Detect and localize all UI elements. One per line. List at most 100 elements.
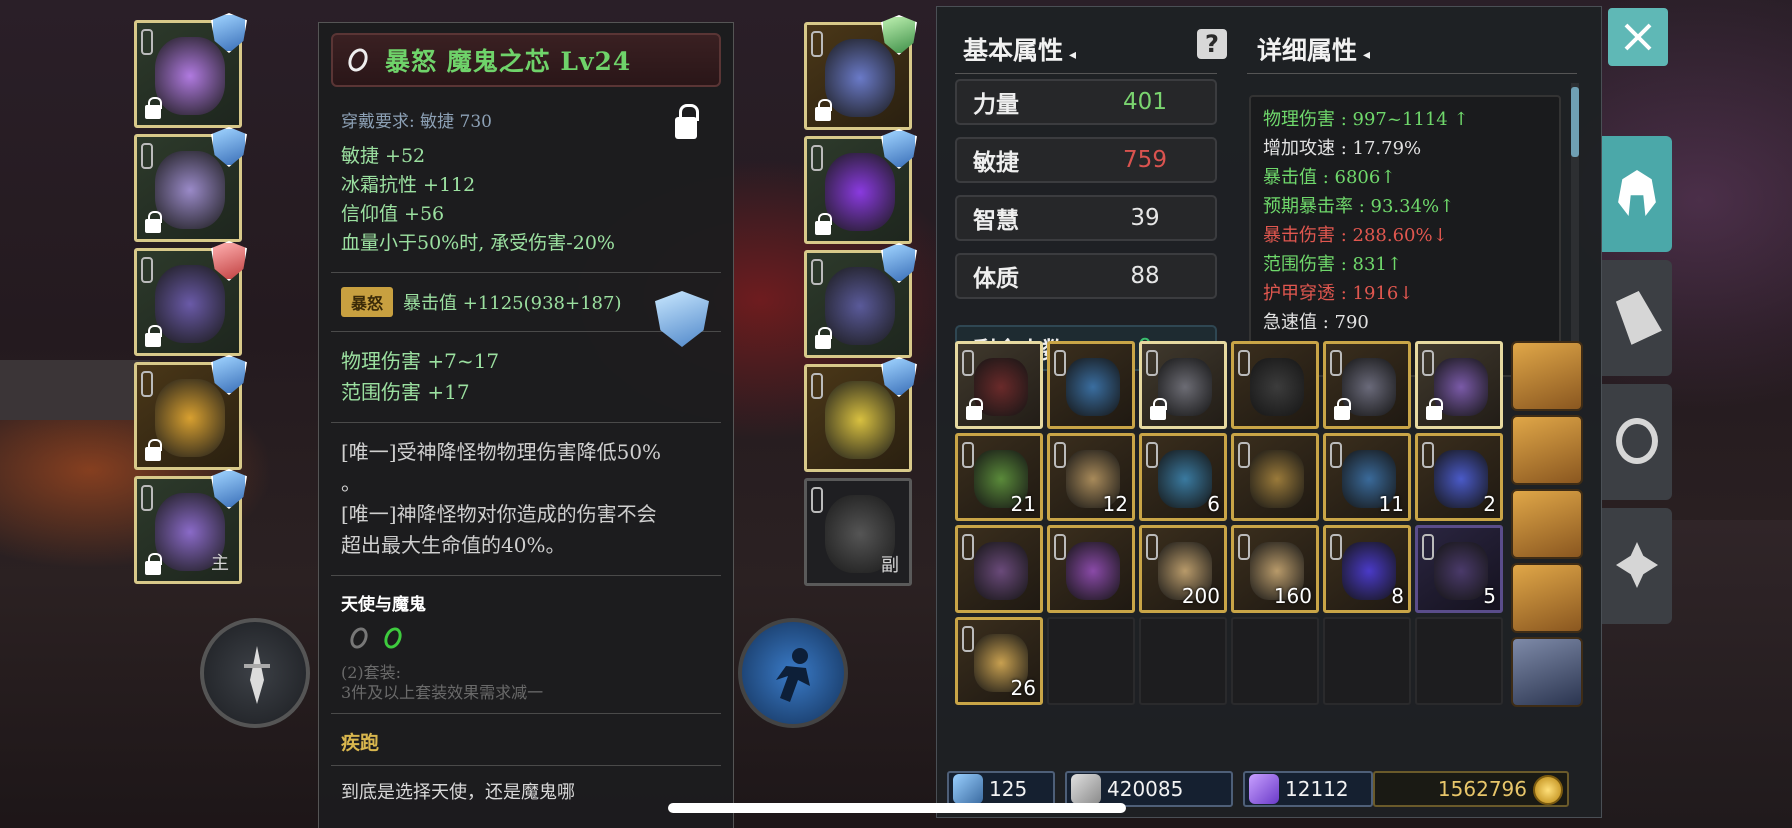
equipment-slot-main-weapon[interactable]: 主 bbox=[134, 469, 247, 584]
detail-attribute-list[interactable]: 物理伤害 : 997~1114 ↑ 增加攻速 : 17.79% 暴击值 : 6806… bbox=[1249, 95, 1561, 377]
inventory-slot[interactable]: 26 bbox=[955, 617, 1043, 705]
equipment-slot-helmet[interactable] bbox=[134, 13, 247, 128]
skill-name: 疾跑 bbox=[341, 732, 380, 754]
equipment-slot-off-weapon[interactable]: 副 bbox=[804, 478, 912, 586]
chain-icon bbox=[1146, 534, 1158, 560]
equipment-slot-ring-2[interactable] bbox=[804, 357, 917, 472]
inventory-slot[interactable]: 6 bbox=[1139, 433, 1227, 521]
inventory-slot[interactable] bbox=[1323, 341, 1411, 429]
running-icon bbox=[776, 648, 810, 702]
attribute-label: 智慧 bbox=[973, 207, 1019, 234]
ring-icon bbox=[381, 624, 405, 652]
tab-gloves[interactable] bbox=[1602, 260, 1672, 376]
inventory-slot[interactable] bbox=[1047, 525, 1135, 613]
chain-icon bbox=[1330, 442, 1342, 468]
boots-item-icon bbox=[825, 267, 895, 345]
throw-skill-button[interactable] bbox=[200, 618, 310, 728]
gloves-item-icon bbox=[825, 153, 895, 231]
unique-line: 超出最大生命值的40%。 bbox=[341, 533, 566, 557]
set-description: (2)套装: 3件及以上套装效果需求减一 bbox=[341, 663, 721, 703]
wand-amount: 125 bbox=[989, 777, 1028, 801]
lock-icon bbox=[1426, 398, 1443, 420]
inventory-slot[interactable]: 8 bbox=[1323, 525, 1411, 613]
help-icon[interactable]: ? bbox=[1197, 29, 1227, 59]
lock-icon bbox=[145, 97, 162, 119]
item-icon bbox=[1066, 542, 1120, 600]
gem-icon bbox=[1249, 774, 1279, 804]
detail-attribute-row: 增加攻速 : 17.79% bbox=[1263, 138, 1422, 159]
inventory-slot[interactable] bbox=[955, 341, 1043, 429]
inventory-slot-empty[interactable] bbox=[1415, 617, 1503, 705]
bag-slot[interactable] bbox=[1511, 341, 1583, 411]
tab-equipment[interactable] bbox=[1602, 136, 1672, 252]
chain-icon bbox=[1146, 442, 1158, 468]
inventory-slot-empty[interactable] bbox=[1047, 617, 1135, 705]
unique-line: [唯一]受神降怪物物理伤害降低50% bbox=[341, 440, 662, 464]
chain-icon bbox=[141, 485, 153, 511]
inventory-slot[interactable]: 21 bbox=[955, 433, 1043, 521]
equipment-slot-armor[interactable] bbox=[134, 127, 247, 242]
basic-attributes-header[interactable]: 基本属性 ◂ bbox=[963, 31, 1076, 67]
equipment-slot-gloves[interactable] bbox=[804, 129, 917, 244]
divider bbox=[331, 575, 721, 576]
scrollbar-thumb[interactable] bbox=[1571, 87, 1579, 157]
chain-icon bbox=[141, 29, 153, 55]
inventory-slot-empty[interactable] bbox=[1139, 617, 1227, 705]
rage-tag: 暴怒 bbox=[341, 287, 394, 317]
wand-icon bbox=[953, 774, 983, 804]
item-icon bbox=[1250, 450, 1304, 508]
detail-attributes-header[interactable]: 详细属性 ◂ bbox=[1257, 31, 1370, 67]
item-count: 21 bbox=[1010, 492, 1036, 516]
inventory-slot-empty[interactable] bbox=[1231, 617, 1319, 705]
detail-attribute-row: 护甲穿透 : 1916↓ bbox=[1263, 283, 1414, 304]
item-icon bbox=[1250, 358, 1304, 416]
item-stat: 血量小于50%时, 承受伤害-20% bbox=[341, 232, 615, 254]
inventory-slot[interactable] bbox=[1047, 341, 1135, 429]
sprint-skill-button[interactable] bbox=[738, 618, 848, 728]
inventory-slot-empty[interactable] bbox=[1323, 617, 1411, 705]
lock-toggle-icon[interactable] bbox=[675, 104, 699, 139]
inventory-slot[interactable]: 12 bbox=[1047, 433, 1135, 521]
bag-slot[interactable] bbox=[1511, 563, 1583, 633]
dagger-icon bbox=[244, 646, 270, 704]
tab-target[interactable] bbox=[1602, 384, 1672, 500]
inventory-slot[interactable]: 11 bbox=[1323, 433, 1411, 521]
chain-icon bbox=[1422, 442, 1434, 468]
inventory-slot[interactable]: 160 bbox=[1231, 525, 1319, 613]
glove-icon bbox=[1608, 287, 1666, 346]
skill-description: 到底是选择天使，还是魔鬼哪 bbox=[341, 782, 575, 803]
home-indicator[interactable] bbox=[668, 803, 1126, 813]
bag-slot[interactable] bbox=[1511, 415, 1583, 485]
inventory-slot[interactable] bbox=[1231, 341, 1319, 429]
set-icons bbox=[347, 624, 721, 652]
inventory-slot[interactable]: 2 bbox=[1415, 433, 1503, 521]
inventory-slot[interactable] bbox=[955, 525, 1043, 613]
ring-icon bbox=[347, 624, 371, 652]
chain-icon bbox=[962, 534, 974, 560]
attribute-value: 39 bbox=[1130, 205, 1160, 231]
ring-2-item-icon bbox=[825, 381, 895, 459]
heart-icon bbox=[1071, 774, 1101, 804]
inventory-slot[interactable] bbox=[1415, 341, 1503, 429]
close-button[interactable] bbox=[1608, 8, 1668, 66]
item-stat: 信仰值 +56 bbox=[341, 203, 445, 225]
chain-icon bbox=[962, 442, 974, 468]
helmet-item-icon bbox=[155, 37, 225, 115]
equipment-slot-boots[interactable] bbox=[804, 243, 917, 358]
inventory-slot[interactable]: 5 bbox=[1415, 525, 1503, 613]
bag-slot[interactable] bbox=[1511, 489, 1583, 559]
inventory-slot[interactable] bbox=[1139, 341, 1227, 429]
inventory-slot[interactable] bbox=[1231, 433, 1319, 521]
equipment-slot-amulet[interactable] bbox=[804, 15, 917, 130]
chain-icon bbox=[1422, 350, 1434, 376]
set-name: 天使与魔鬼 bbox=[341, 595, 426, 615]
item-icon bbox=[1434, 450, 1488, 508]
inventory-slot[interactable]: 200 bbox=[1139, 525, 1227, 613]
equipment-slot-pants[interactable] bbox=[134, 241, 247, 356]
equipment-slot-ring[interactable] bbox=[134, 355, 247, 470]
pants-item-icon bbox=[155, 265, 225, 343]
detail-attribute-row: 暴击伤害 : 288.60%↓ bbox=[1263, 225, 1448, 246]
bag-slot[interactable] bbox=[1511, 637, 1583, 707]
tab-settings[interactable] bbox=[1602, 508, 1672, 624]
item-icon bbox=[1066, 358, 1120, 416]
